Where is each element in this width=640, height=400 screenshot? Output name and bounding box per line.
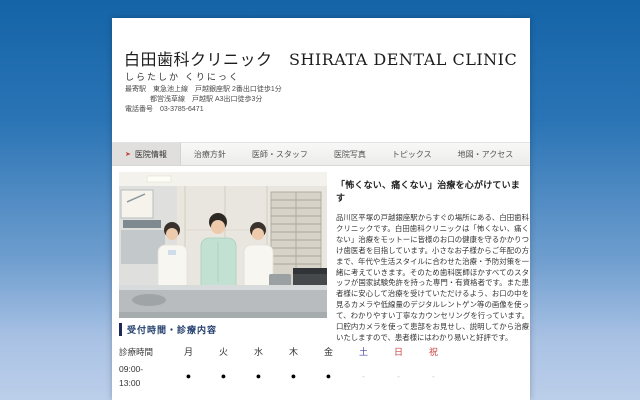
phone-number: 電話番号 03-3785-6471 [125, 106, 204, 113]
clinic-subtitle-kana: しらたしか くりにっく [125, 73, 240, 83]
intro-headline: 「怖くない、痛くない」治療を心がけています [336, 180, 521, 203]
nav-tab-label: 地図・アクセス [457, 149, 514, 159]
nav-tab-clinic-photos[interactable]: 医院写真 [321, 143, 379, 165]
clinic-address-block: 最寄駅 東急池上線 戸越銀座駅 2番出口徒歩1分 都営浅草線 戸越駅 A3出口徒… [125, 85, 282, 115]
nav-tab-label: トピックス [391, 149, 432, 159]
time-start: 09:00- [119, 364, 144, 374]
address-station-line2: 都営浅草線 戸越駅 A3出口徒歩3分 [150, 96, 263, 103]
main-navigation: ➤ 医院情報 治療方針 医師・スタッフ 医院写真 トピックス 地図・アクセス [112, 142, 530, 166]
day-holiday: 祝 [428, 347, 438, 357]
nav-tab-label: 治療方針 [193, 149, 226, 159]
nav-tab-map-access[interactable]: 地図・アクセス [445, 143, 527, 165]
nav-tab-topics[interactable]: トピックス [379, 143, 445, 165]
nav-tab-doctor-staff[interactable]: 医師・スタッフ [239, 143, 321, 165]
time-end: 13:00 [119, 378, 141, 388]
mark-sun: - [397, 371, 400, 381]
mark-thu: ● [290, 371, 297, 381]
hours-morning-row: 09:00- 13:00 ● ● ● ● ● - - - [119, 362, 451, 390]
page-background: { "background": { "top_color": "#1464a7"… [0, 0, 640, 400]
day-mon: 月 [183, 347, 193, 357]
mark-tue: ● [220, 371, 227, 381]
nav-tab-label: 医師・スタッフ [251, 149, 308, 159]
day-fri: 金 [323, 347, 333, 357]
section-accent-bar [119, 323, 122, 336]
red-arrow-icon: ➤ [125, 151, 131, 158]
mark-holiday: - [432, 371, 435, 381]
intro-paragraph: 品川区平塚の戸越銀座駅からすぐの場所にある、白田歯科クリニックです。白田歯科クリ… [336, 213, 529, 342]
page-title: 白田歯科クリニック SHIRATA DENTAL CLINIC [124, 50, 518, 69]
mark-fri: ● [325, 371, 332, 381]
day-wed: 水 [253, 347, 263, 357]
address-station-line: 最寄駅 東急池上線 戸越銀座駅 2番出口徒歩1分 [125, 86, 282, 93]
hours-header-row: 診療時間 月 火 水 木 金 土 日 祝 [119, 345, 451, 358]
intro-column: 「怖くない、痛くない」治療を心がけています 品川区平塚の戸越銀座駅からすぐの場所… [336, 178, 529, 344]
mark-wed: ● [255, 371, 262, 381]
nav-tab-label: 医院写真 [333, 149, 366, 159]
day-thu: 木 [288, 347, 298, 357]
content-card: 白田歯科クリニック SHIRATA DENTAL CLINIC しらたしか くり… [112, 18, 530, 400]
nav-tab-clinic-info[interactable]: ➤ 医院情報 [112, 143, 181, 165]
day-sun: 日 [393, 347, 403, 357]
hours-time-range: 09:00- 13:00 [119, 362, 171, 390]
hours-section-heading: 受付時間・診療内容 [119, 323, 217, 336]
nav-tab-treatment-policy[interactable]: 治療方針 [181, 143, 239, 165]
day-sat: 土 [358, 347, 368, 357]
hours-section-title: 受付時間・診療内容 [127, 325, 218, 335]
mark-sat: - [362, 371, 365, 381]
hours-table: 診療時間 月 火 水 木 金 土 日 祝 09:00- 13:00 ● ● ● … [119, 345, 451, 390]
day-tue: 火 [218, 347, 228, 357]
clinic-staff-photo [119, 172, 327, 318]
hours-time-label: 診療時間 [119, 346, 154, 357]
nav-tab-label: 医院情報 [134, 149, 167, 159]
mark-mon: ● [185, 371, 192, 381]
